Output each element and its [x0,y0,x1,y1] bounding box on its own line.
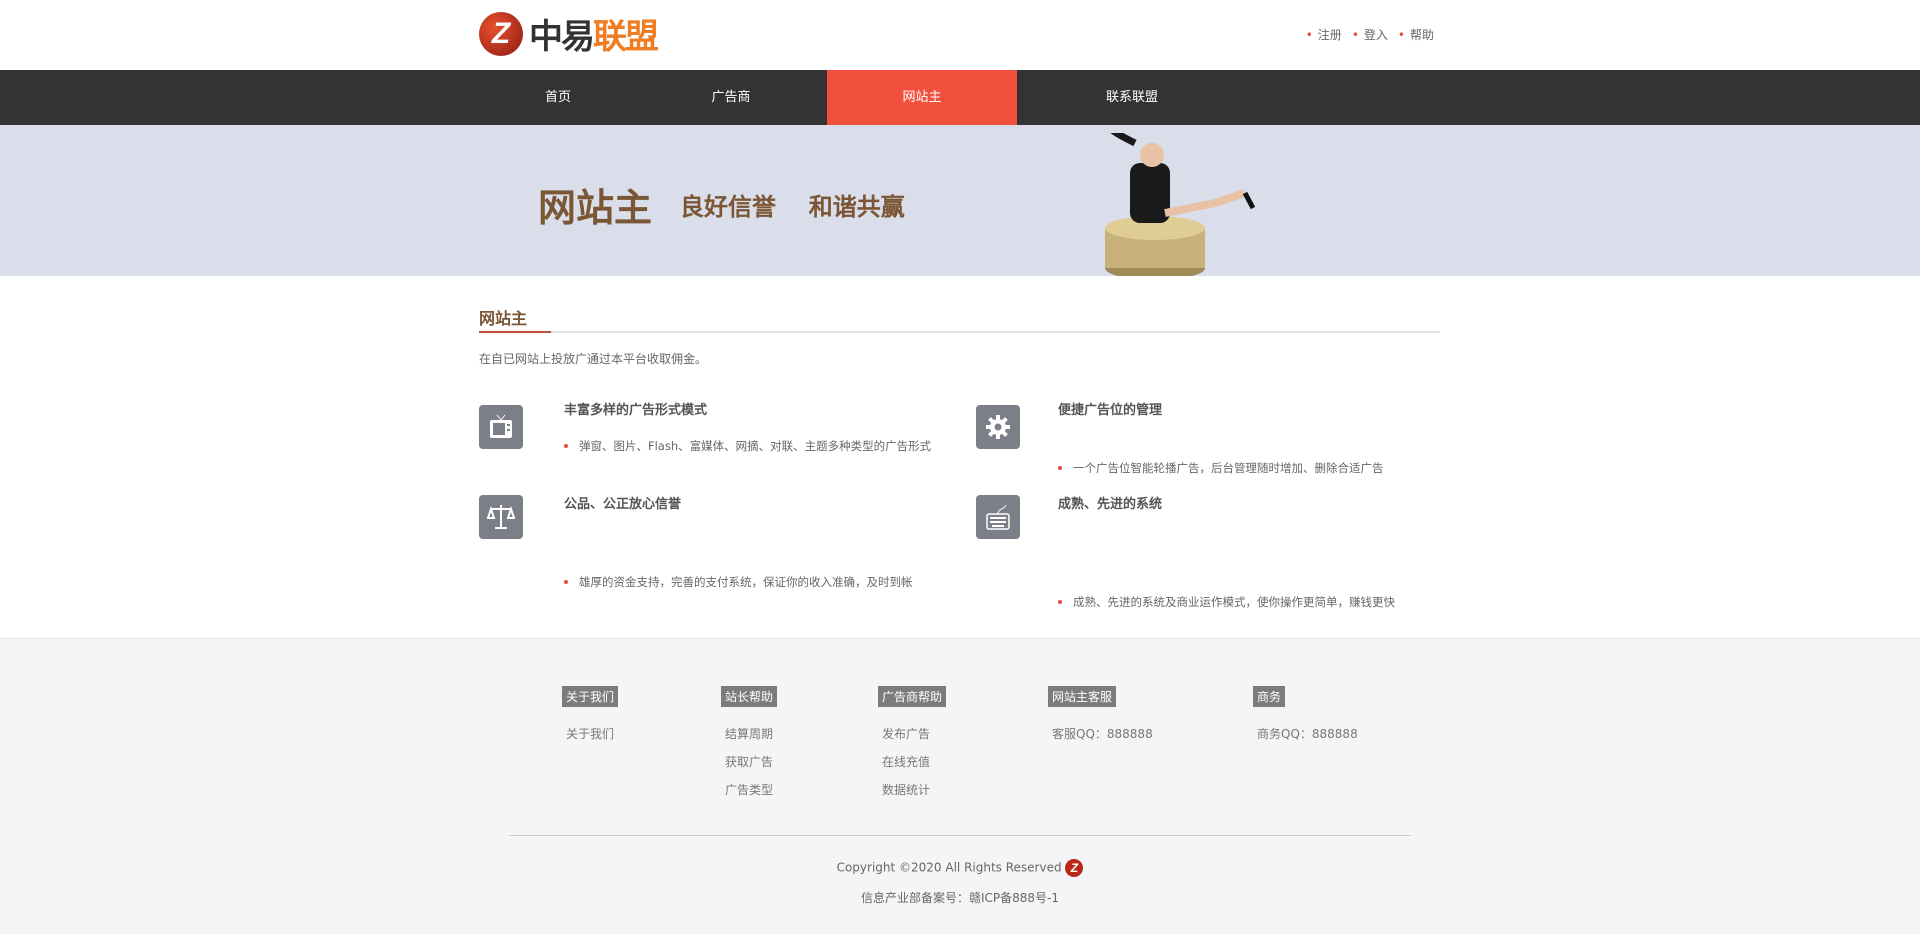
copyright: Copyright ©2020 All Rights Reserved Z [0,859,1920,877]
footer-heading: 站长帮助 [721,686,777,707]
small-logo-icon: Z [1065,859,1083,877]
banner-slogan: 良好信誉 和谐共赢 [680,187,905,222]
nav-webmaster[interactable]: 网站主 [827,70,1017,125]
footer-link[interactable]: 发布广告 [882,725,930,742]
section-divider [479,331,1440,333]
logo-mark-icon: Z [479,12,523,56]
header: Z 中易 联盟 注册 登入 帮助 [0,0,1920,70]
feature-desc: 弹窗、图片、Flash、富媒体、网摘、对联、主题多种类型的广告形式 [564,436,939,456]
copyright-text: Copyright ©2020 All Rights Reserved [837,861,1062,875]
footer-link[interactable]: 广告类型 [725,781,773,798]
footer-heading: 网站主客服 [1048,686,1116,707]
feature-title: 成熟、先进的系统 [1058,493,1162,512]
footer-link[interactable]: 结算周期 [725,725,773,742]
footer-link[interactable]: 在线充值 [882,753,930,770]
login-link[interactable]: 登入 [1352,26,1388,43]
feature-title: 公品、公正放心信誉 [564,493,681,512]
footer-link: 客服QQ：888888 [1052,725,1153,742]
section-title: 网站主 [479,305,527,329]
gear-icon [976,405,1020,449]
nav-home[interactable]: 首页 [463,70,653,125]
help-link[interactable]: 帮助 [1398,26,1434,43]
footer-heading: 广告商帮助 [878,686,946,707]
feature-title: 丰富多样的广告形式模式 [564,399,707,418]
footer-divider [509,835,1411,836]
icp-number: 信息产业部备案号：赣ICP备888号-1 [0,889,1920,906]
tv-icon [479,405,523,449]
nav-advertiser[interactable]: 广告商 [636,70,826,125]
nav-contact[interactable]: 联系联盟 [1037,70,1227,125]
footer-link: 商务QQ：888888 [1257,725,1358,742]
banner: 网站主 良好信誉 和谐共赢 [0,125,1920,276]
businesswoman-on-coins-image [1095,133,1295,276]
feature-desc: 雄厚的资金支持，完善的支付系统，保证你的收入准确，及时到帐 [564,572,964,592]
feature-desc: 一个广告位智能轮播广告，后台管理随时增加、删除合适广告 [1058,458,1438,478]
logo[interactable]: Z 中易 联盟 [479,9,657,58]
banner-title: 网站主 [538,177,652,232]
register-link[interactable]: 注册 [1306,26,1342,43]
footer-link[interactable]: 数据统计 [882,781,930,798]
logo-text-dark: 中易 [529,9,593,58]
keyboard-icon [976,495,1020,539]
feature-title: 便捷广告位的管理 [1058,399,1162,418]
top-links: 注册 登入 帮助 [1306,26,1434,43]
main-nav: 首页 广告商 网站主 联系联盟 [0,70,1920,125]
section-intro: 在自已网站上投放广通过本平台收取佣金。 [479,350,707,367]
footer-heading: 关于我们 [562,686,618,707]
footer: 关于我们 关于我们 站长帮助 结算周期 获取广告 广告类型 广告商帮助 发布广告… [0,638,1920,934]
footer-link[interactable]: 关于我们 [566,725,614,742]
logo-text-orange: 联盟 [593,9,657,58]
feature-desc: 成熟、先进的系统及商业运作模式，使你操作更简单，赚钱更快 [1058,592,1458,612]
footer-heading: 商务 [1253,686,1285,707]
scale-icon [479,495,523,539]
footer-link[interactable]: 获取广告 [725,753,773,770]
